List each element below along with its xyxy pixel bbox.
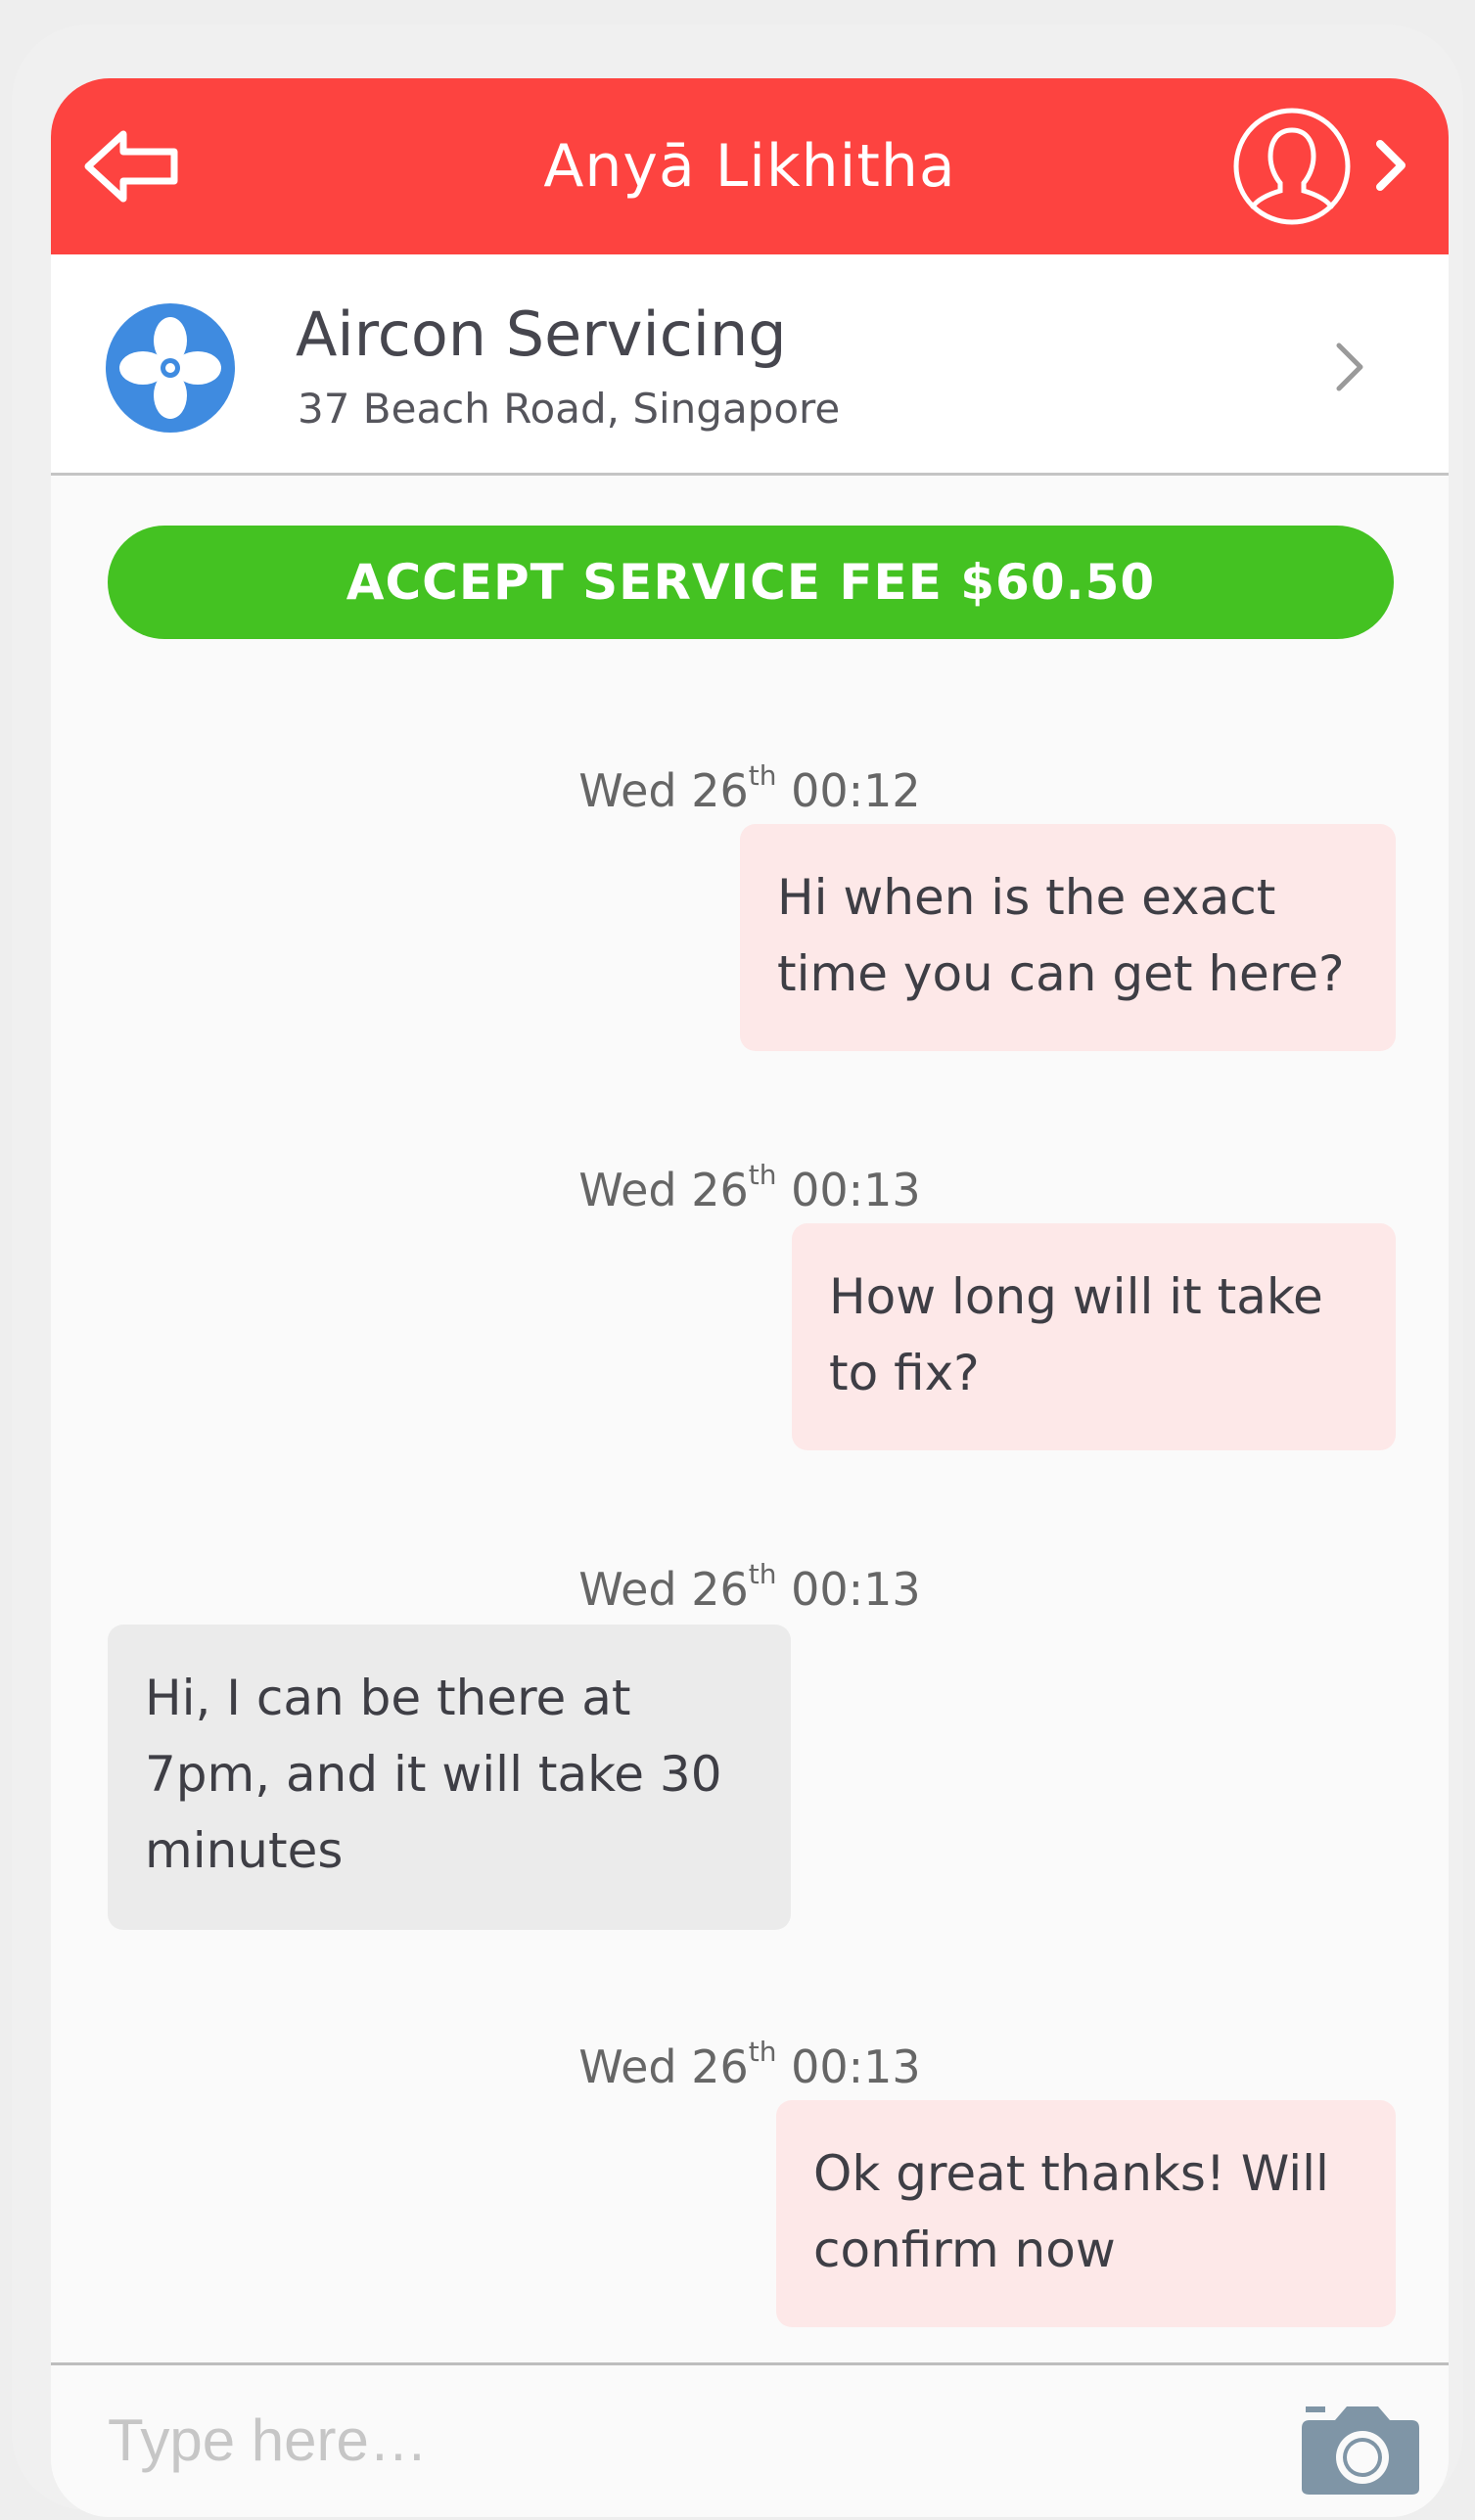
device-frame: Anyā Likhitha Aircon Servicing 37 Beach … [12,24,1463,2517]
user-profile-icon [1233,108,1351,225]
camera-icon [1302,2406,1419,2495]
chevron-right-icon [1331,338,1370,396]
message-composer [51,2362,1449,2517]
incoming-message-bubble: Hi, I can be there at 7pm, and it will t… [108,1625,791,1930]
message-timestamp: Wed 26th 00:13 [578,1558,921,1617]
message-line: minutes [145,1822,344,1879]
message-line: Hi, I can be there at [145,1670,631,1726]
job-details-row[interactable]: Aircon Servicing 37 Beach Road, Singapor… [51,254,1449,476]
accept-service-fee-button[interactable]: ACCEPT SERVICE FEE $60.50 [108,526,1394,639]
camera-button[interactable] [1300,2403,1421,2497]
message-input[interactable] [106,2391,1231,2489]
profile-button[interactable] [1223,103,1449,230]
message-line: to fix? [829,1345,980,1401]
chat-screen: Anyā Likhitha Aircon Servicing 37 Beach … [51,78,1449,2517]
fan-icon [106,303,235,433]
message-line: Hi when is the exact [777,869,1276,926]
message-timestamp: Wed 26th 00:13 [578,2036,921,2094]
job-address: 37 Beach Road, Singapore [298,385,841,433]
message-line: Ok great thanks! Will [813,2145,1329,2202]
message-line: 7pm, and it will take 30 [145,1746,722,1803]
chat-header: Anyā Likhitha [51,78,1449,254]
chevron-right-icon [1376,140,1406,191]
message-timestamp: Wed 26th 00:13 [578,1159,921,1217]
outgoing-message-bubble: Hi when is the exact time you can get he… [740,824,1396,1051]
message-line: confirm now [813,2222,1116,2278]
outgoing-message-bubble: How long will it take to fix? [792,1223,1396,1450]
message-timestamp: Wed 26th 00:12 [578,759,921,818]
message-line: time you can get here? [777,945,1345,1002]
outgoing-message-bubble: Ok great thanks! Will confirm now [776,2100,1396,2327]
message-line: How long will it take [829,1268,1323,1325]
job-title: Aircon Servicing [296,298,787,370]
